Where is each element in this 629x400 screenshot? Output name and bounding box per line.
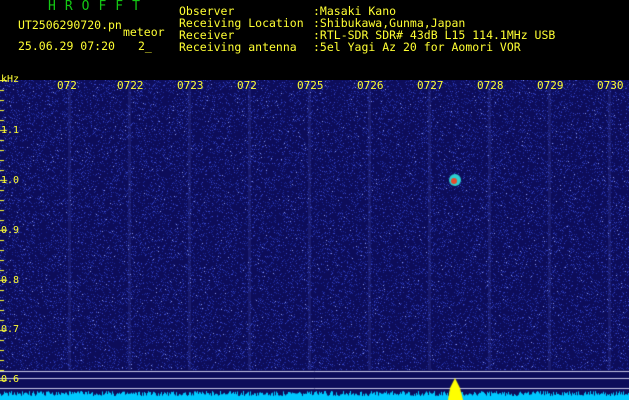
file-name: UT2506290720.pn <box>18 18 122 32</box>
time-tick: 0727 <box>417 79 444 92</box>
timestamp: 25.06.29 07:20 <box>18 39 115 53</box>
app-title: HROFFT <box>48 0 149 14</box>
time-tick: 0726 <box>357 79 384 92</box>
antenna-value: :5el Yagi Az 20 for Aomori VOR <box>313 40 521 54</box>
freq-tick: 0.8 <box>1 275 20 286</box>
freq-tick: 1.1 <box>1 125 20 136</box>
spectrogram-canvas <box>0 80 629 400</box>
time-tick: 0725 <box>297 79 324 92</box>
header-panel: HROFFT UT2506290720.pn meteor 25.06.29 0… <box>0 0 629 80</box>
time-tick: 072 <box>237 79 257 92</box>
freq-unit-label: kHz <box>1 74 20 85</box>
freq-tick: 1.0 <box>1 175 20 186</box>
meteor-label: meteor <box>123 25 165 39</box>
time-tick: 0728 <box>477 79 504 92</box>
time-tick: 0730 <box>597 79 624 92</box>
meteor-count: 2_ <box>138 39 152 53</box>
freq-tick: 0.9 <box>1 225 20 236</box>
time-tick: 072 <box>57 79 77 92</box>
time-tick: 0723 <box>177 79 204 92</box>
antenna-label: Receiving antenna <box>179 40 297 54</box>
freq-tick: 0.6 <box>1 374 20 385</box>
time-tick: 0729 <box>537 79 564 92</box>
freq-tick: 0.7 <box>1 324 20 335</box>
time-tick: 0722 <box>117 79 144 92</box>
